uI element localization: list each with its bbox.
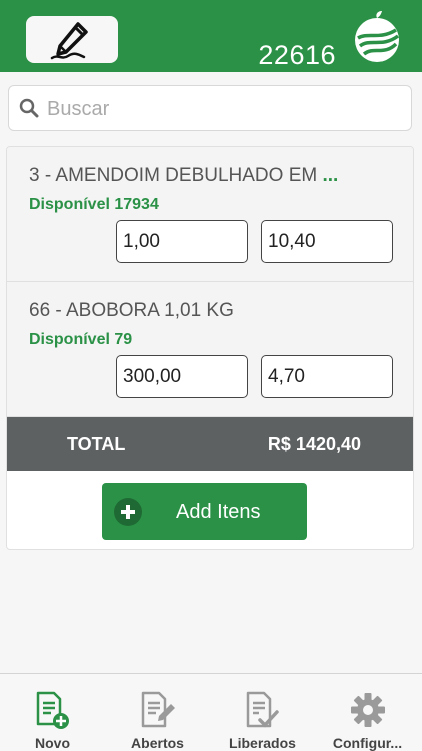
order-number: 22616 <box>258 40 336 70</box>
order-item[interactable]: 3 - AMENDOIM DEBULHADO EM ... Disponível… <box>7 147 413 282</box>
add-items-label: Add Itens <box>176 501 261 523</box>
new-document-icon <box>36 691 69 729</box>
order-card: 3 - AMENDOIM DEBULHADO EM ... Disponível… <box>6 146 414 550</box>
tab-novo[interactable]: Novo <box>0 674 105 751</box>
gear-icon <box>351 693 385 727</box>
apple-field-logo <box>355 11 400 62</box>
item-name-more: ... <box>322 165 339 186</box>
add-items-button[interactable]: Add Itens <box>102 483 307 540</box>
tab-configuracoes[interactable]: Configur... <box>315 674 420 751</box>
search-input[interactable] <box>45 94 404 124</box>
item-name-text: 3 - AMENDOIM DEBULHADO EM <box>29 165 318 186</box>
total-value: R$ 1420,40 <box>267 434 361 454</box>
checked-document-icon <box>246 691 279 728</box>
plus-circle-icon <box>114 498 142 526</box>
edit-document-icon <box>141 691 175 728</box>
tab-abertos[interactable]: Abertos <box>105 674 210 751</box>
item-name: 66 - ABOBORA 1,01 KG <box>29 300 234 322</box>
item-name: 3 - AMENDOIM DEBULHADO EM ... <box>29 165 338 187</box>
app-header: 22616 <box>0 0 422 72</box>
item-available: Disponível 17934 <box>29 196 159 213</box>
item-name-text: 66 - ABOBORA 1,01 KG <box>29 300 234 321</box>
edit-signature-button[interactable] <box>26 16 118 63</box>
total-label: TOTAL <box>67 434 126 454</box>
order-item[interactable]: 66 - ABOBORA 1,01 KG Disponível 79 <box>7 282 413 417</box>
item-price-input[interactable] <box>261 355 393 398</box>
tab-label: Abertos <box>131 735 184 751</box>
item-quantity-input[interactable] <box>116 220 248 263</box>
tab-label: Novo <box>35 735 70 751</box>
pen-signature-icon <box>50 21 88 59</box>
tab-liberados[interactable]: Liberados <box>210 674 315 751</box>
search-bar <box>8 85 412 131</box>
item-price-input[interactable] <box>261 220 393 263</box>
item-available: Disponível 79 <box>29 331 133 348</box>
search-icon <box>19 98 39 118</box>
item-quantity-input[interactable] <box>116 355 248 398</box>
tab-label: Liberados <box>229 735 296 751</box>
total-bar: TOTAL R$ 1420,40 <box>7 417 413 471</box>
bottom-tab-bar: Novo Abertos Liberados Configur... <box>0 673 422 751</box>
tab-label: Configur... <box>332 735 403 751</box>
